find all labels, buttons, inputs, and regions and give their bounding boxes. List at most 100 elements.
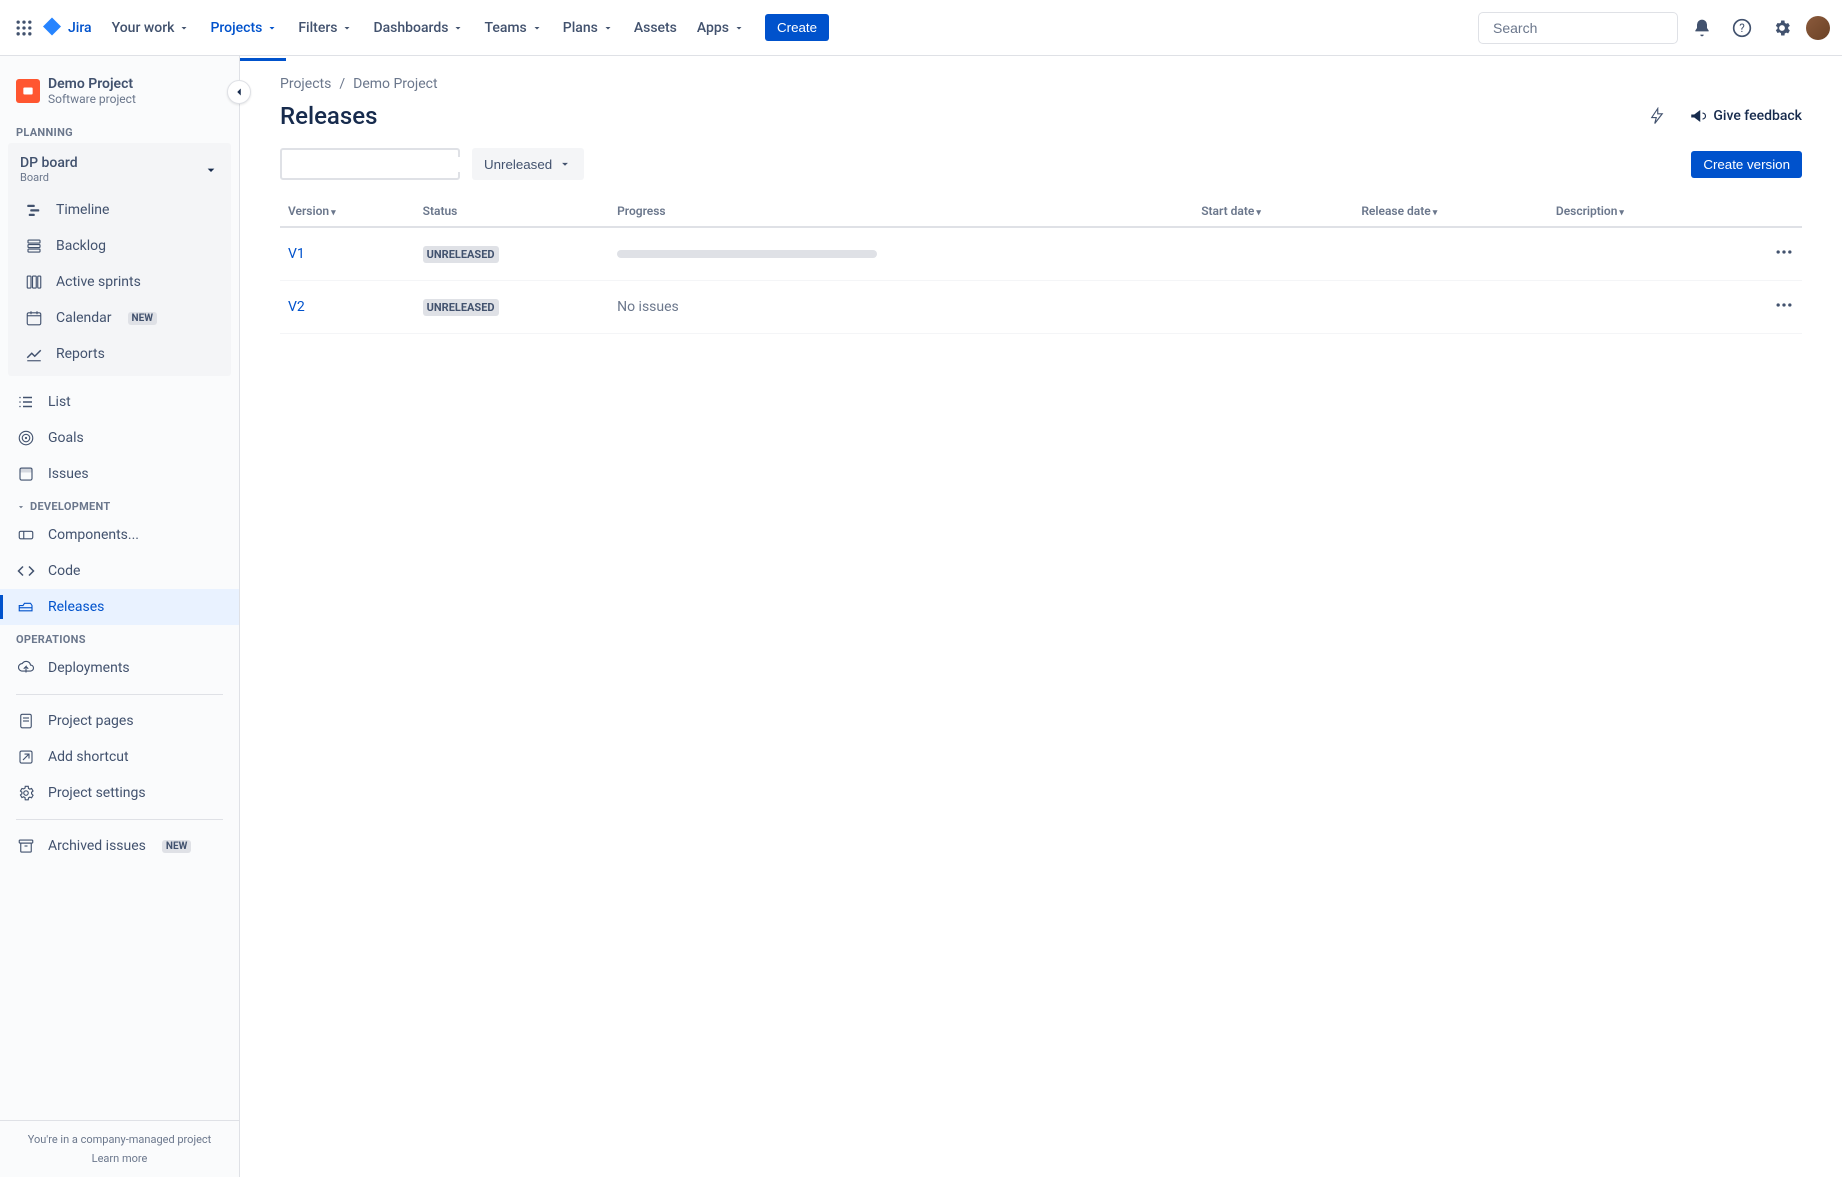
table-row: V2 UNRELEASED No issues <box>280 281 1802 334</box>
sidebar-item-timeline[interactable]: Timeline <box>8 192 231 228</box>
global-search-input[interactable] <box>1493 20 1674 36</box>
chevron-down-icon <box>16 502 26 512</box>
sidebar: Demo Project Software project PLANNING D… <box>0 56 240 1177</box>
give-feedback-button[interactable]: Give feedback <box>1689 107 1802 125</box>
pages-icon <box>16 711 36 731</box>
project-header[interactable]: Demo Project Software project <box>0 56 239 118</box>
breadcrumb-projects[interactable]: Projects <box>280 76 331 92</box>
planning-group: DP board Board Timeline Backlog Active s… <box>8 143 231 376</box>
development-section-label[interactable]: DEVELOPMENT <box>0 492 239 517</box>
sidebar-item-reports[interactable]: Reports <box>8 336 231 372</box>
svg-text:?: ? <box>1739 21 1745 35</box>
planning-section-label: PLANNING <box>0 118 239 143</box>
nav-plans[interactable]: Plans <box>555 12 622 44</box>
breadcrumb-current[interactable]: Demo Project <box>353 76 437 92</box>
archive-icon <box>16 836 36 856</box>
status-badge: UNRELEASED <box>423 299 499 316</box>
sidebar-item-code[interactable]: Code <box>0 553 239 589</box>
chevron-left-icon <box>232 85 246 99</box>
breadcrumb: Projects / Demo Project <box>280 76 1802 92</box>
goals-icon <box>16 428 36 448</box>
calendar-icon <box>24 308 44 328</box>
sidebar-footer-text: You're in a company-managed project <box>12 1133 227 1146</box>
sidebar-item-active-sprints[interactable]: Active sprints <box>8 264 231 300</box>
sidebar-item-add-shortcut[interactable]: Add shortcut <box>0 739 239 775</box>
nav-dashboards[interactable]: Dashboards <box>365 12 472 44</box>
timeline-icon <box>24 200 44 220</box>
table-row: V1 UNRELEASED <box>280 227 1802 281</box>
version-link[interactable]: V1 <box>288 246 305 262</box>
jira-logo[interactable]: Jira <box>40 16 92 40</box>
col-progress[interactable]: Progress <box>609 196 1193 227</box>
chevron-down-icon <box>203 162 219 178</box>
page-title: Releases <box>280 102 377 130</box>
chevron-down-icon <box>558 157 572 171</box>
sidebar-item-components[interactable]: Components... <box>0 517 239 553</box>
sidebar-item-project-pages[interactable]: Project pages <box>0 703 239 739</box>
help-icon[interactable]: ? <box>1726 12 1758 44</box>
board-icon <box>24 272 44 292</box>
code-icon <box>16 561 36 581</box>
sidebar-item-project-settings[interactable]: Project settings <box>0 775 239 811</box>
new-badge: NEW <box>128 312 157 325</box>
releases-table: Version▾ Status Progress Start date▾ Rel… <box>280 196 1802 334</box>
nav-assets[interactable]: Assets <box>626 12 685 44</box>
status-filter[interactable]: Unreleased <box>472 148 584 180</box>
sidebar-item-issues[interactable]: Issues <box>0 456 239 492</box>
version-search[interactable] <box>280 148 460 180</box>
top-nav: Jira Your work Projects Filters Dashboar… <box>0 0 1842 56</box>
nav-teams[interactable]: Teams <box>476 12 550 44</box>
sidebar-item-deployments[interactable]: Deployments <box>0 650 239 686</box>
col-release-date[interactable]: Release date▾ <box>1353 196 1548 227</box>
sidebar-item-releases[interactable]: Releases <box>0 589 239 625</box>
no-issues-text: No issues <box>617 299 679 315</box>
notifications-icon[interactable] <box>1686 12 1718 44</box>
project-subtitle: Software project <box>48 92 136 106</box>
sidebar-footer-link[interactable]: Learn more <box>12 1152 227 1165</box>
topnav-right: ? <box>1478 12 1830 44</box>
new-badge: NEW <box>162 840 191 853</box>
progress-bar <box>617 250 877 258</box>
project-avatar-icon <box>16 79 40 103</box>
settings-icon[interactable] <box>1766 12 1798 44</box>
gear-icon <box>16 783 36 803</box>
shortcut-icon <box>16 747 36 767</box>
col-status[interactable]: Status <box>415 196 609 227</box>
col-description[interactable]: Description▾ <box>1548 196 1726 227</box>
topnav-items: Your work Projects Filters Dashboards Te… <box>104 12 1478 44</box>
nav-filters[interactable]: Filters <box>290 12 361 44</box>
board-selector[interactable]: DP board Board <box>8 147 231 192</box>
logo-text: Jira <box>68 20 92 36</box>
sidebar-item-archived[interactable]: Archived issuesNEW <box>0 828 239 864</box>
reports-icon <box>24 344 44 364</box>
megaphone-icon <box>1689 107 1707 125</box>
create-button[interactable]: Create <box>765 14 829 41</box>
sidebar-collapse-button[interactable] <box>227 80 251 104</box>
project-title: Demo Project <box>48 76 136 92</box>
version-search-input[interactable] <box>290 157 467 172</box>
row-actions-menu[interactable] <box>1774 303 1794 319</box>
sidebar-item-goals[interactable]: Goals <box>0 420 239 456</box>
app-switcher-icon[interactable] <box>12 16 36 40</box>
automation-icon[interactable] <box>1641 100 1673 132</box>
sidebar-item-calendar[interactable]: CalendarNEW <box>8 300 231 336</box>
nav-projects[interactable]: Projects <box>202 12 286 44</box>
version-link[interactable]: V2 <box>288 299 305 315</box>
releases-icon <box>16 597 36 617</box>
nav-your-work[interactable]: Your work <box>104 12 199 44</box>
issues-icon <box>16 464 36 484</box>
create-version-button[interactable]: Create version <box>1691 151 1802 178</box>
user-avatar[interactable] <box>1806 16 1830 40</box>
col-version[interactable]: Version▾ <box>280 196 415 227</box>
sidebar-item-list[interactable]: List <box>0 384 239 420</box>
status-badge: UNRELEASED <box>423 246 499 263</box>
row-actions-menu[interactable] <box>1774 250 1794 266</box>
col-start-date[interactable]: Start date▾ <box>1193 196 1353 227</box>
content-area: Projects / Demo Project Releases Give fe… <box>240 56 1842 1177</box>
list-icon <box>16 392 36 412</box>
backlog-icon <box>24 236 44 256</box>
global-search[interactable] <box>1478 12 1678 44</box>
deployments-icon <box>16 658 36 678</box>
sidebar-item-backlog[interactable]: Backlog <box>8 228 231 264</box>
nav-apps[interactable]: Apps <box>689 12 753 44</box>
